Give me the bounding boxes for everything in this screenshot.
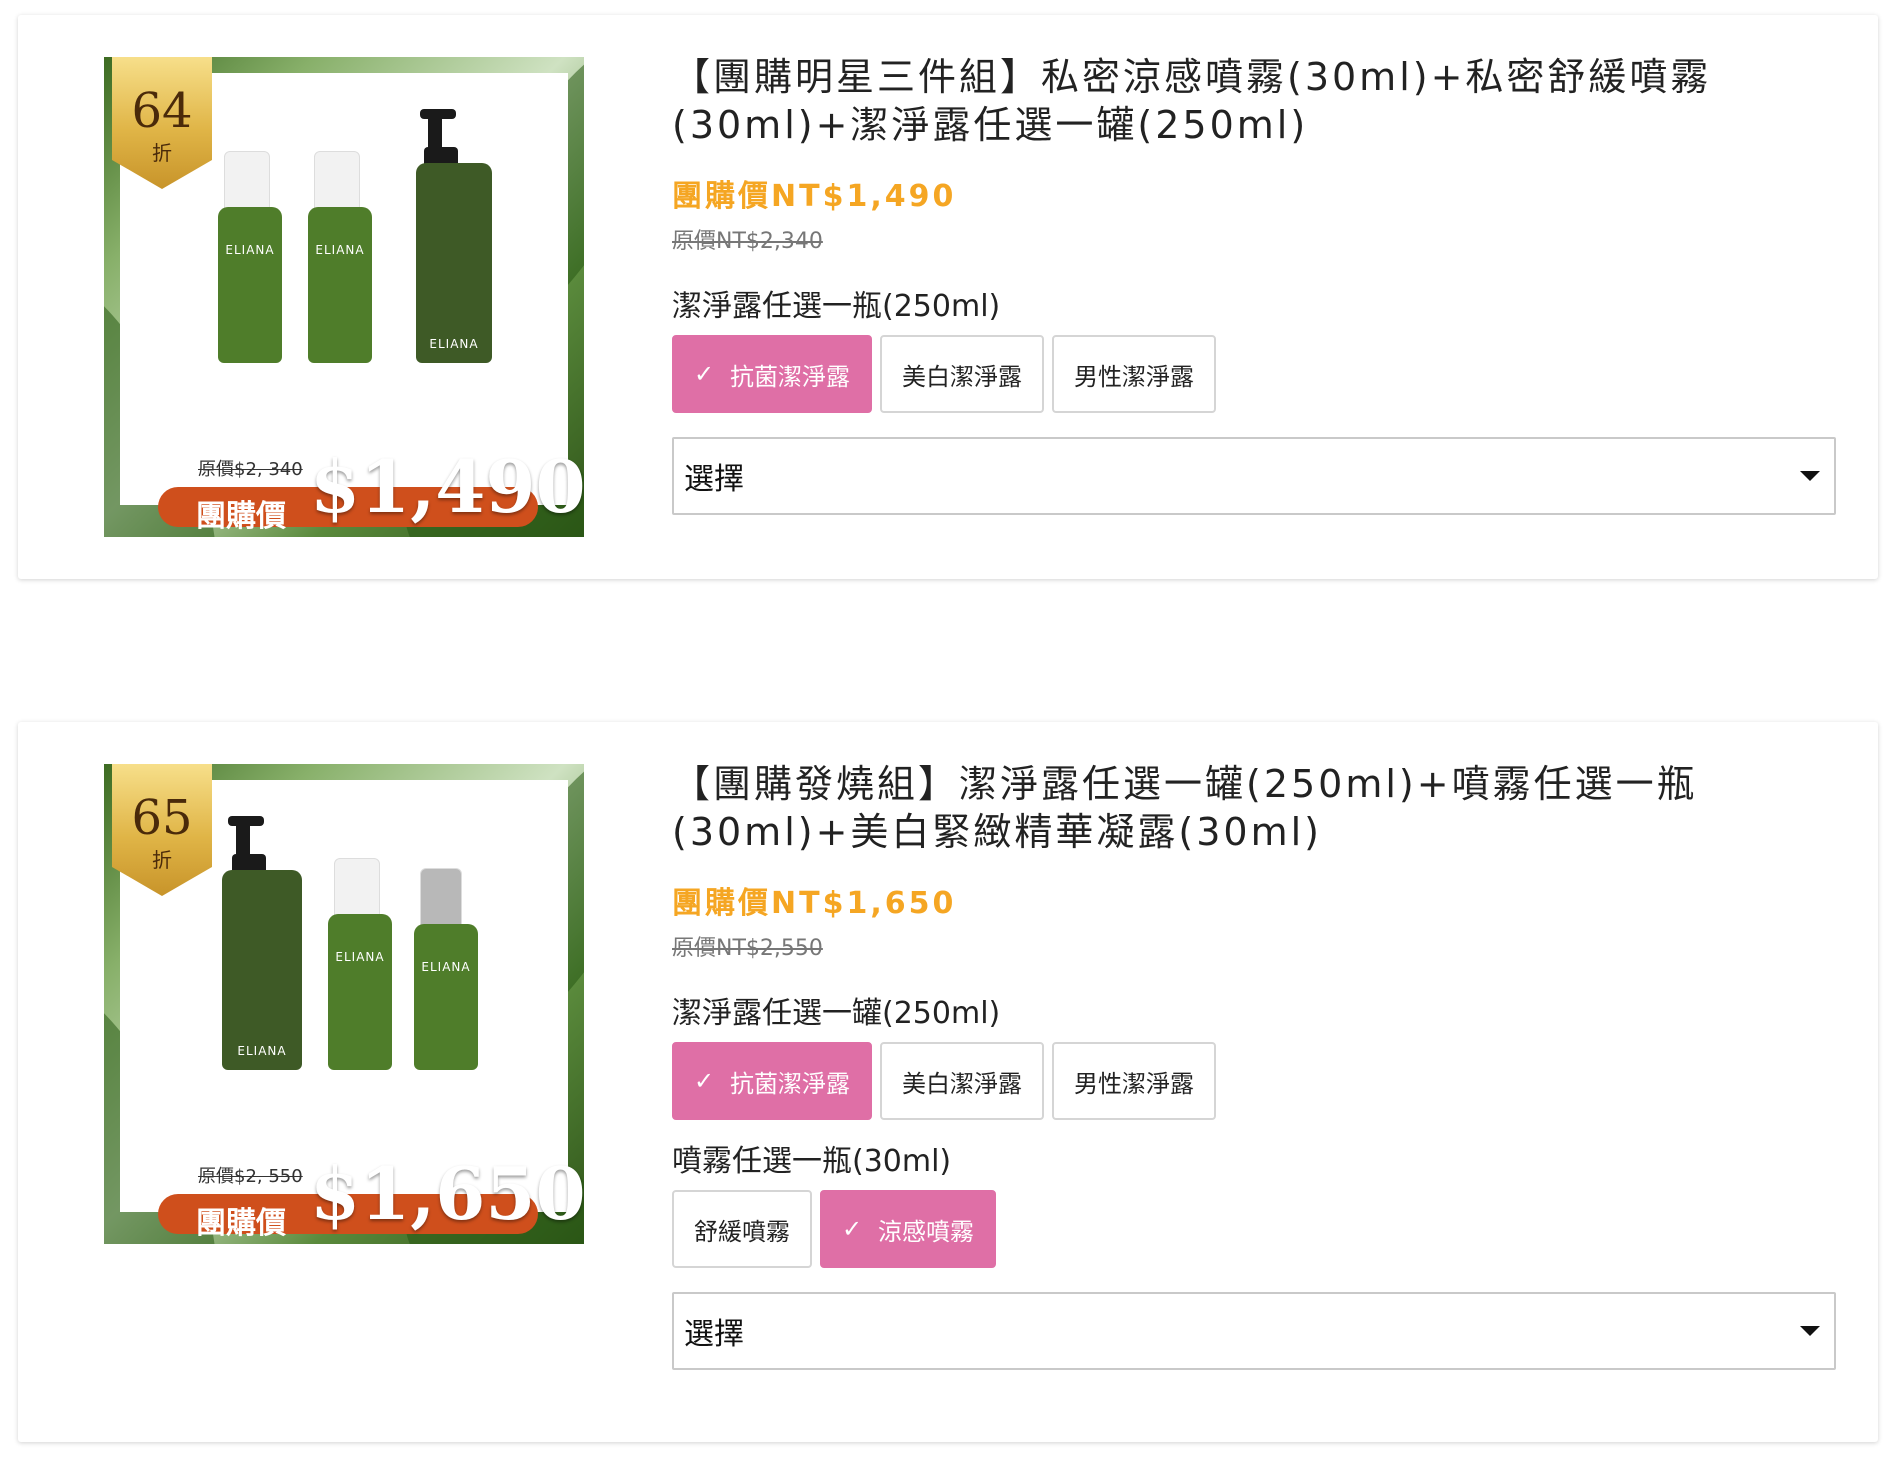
image-price-ribbon: 團購價 $1,650	[158, 1158, 584, 1241]
option-soothing-spray[interactable]: 舒緩噴霧	[672, 1190, 812, 1268]
group-price: 團購價NT$1,490	[672, 179, 957, 214]
image-old-price: 原價$2, 340	[198, 459, 303, 480]
option-whitening-cleanser[interactable]: 美白潔淨露	[880, 1042, 1044, 1120]
option-antibacterial-cleanser[interactable]: ✓ 抗菌潔淨露	[672, 1042, 872, 1120]
product-title[interactable]: 【團購明星三件組】私密涼感噴霧(30ml)+私密舒緩噴霧 (30ml)+潔淨露任…	[672, 53, 1836, 149]
check-icon: ✓	[694, 360, 715, 388]
product-title[interactable]: 【團購發燒組】潔淨露任選一罐(250ml)+噴霧任選一瓶 (30ml)+美白緊緻…	[672, 760, 1836, 856]
option-cooling-spray[interactable]: ✓ 涼感噴霧	[820, 1190, 996, 1268]
option-antibacterial-cleanser[interactable]: ✓ 抗菌潔淨露	[672, 335, 872, 413]
original-price: 原價NT$2,340	[672, 229, 823, 254]
caret-down-icon	[1800, 1326, 1820, 1336]
option-group-label: 潔淨露任選一瓶(250ml)	[672, 289, 1001, 324]
product-image[interactable]: 64 折 ELIANA ELIANA ELIANA 原價$2, 340 團購價 …	[104, 57, 584, 537]
spray-bottle-image: ELIANA	[218, 207, 282, 363]
variant-select[interactable]: 選擇	[672, 437, 1836, 515]
image-old-price: 原價$2, 550	[198, 1166, 303, 1187]
caret-down-icon	[1800, 471, 1820, 481]
option-whitening-cleanser[interactable]: 美白潔淨露	[880, 335, 1044, 413]
variant-select[interactable]: 選擇	[672, 1292, 1836, 1370]
product-card: 65 折 ELIANA ELIANA ELIANA 原價$2, 550 團購價 …	[18, 722, 1878, 1442]
spray-bottle-image: ELIANA	[328, 914, 392, 1070]
option-group-label: 噴霧任選一瓶(30ml)	[672, 1144, 952, 1179]
product-card: 64 折 ELIANA ELIANA ELIANA 原價$2, 340 團購價 …	[18, 15, 1878, 579]
original-price: 原價NT$2,550	[672, 936, 823, 961]
spray-bottle-image: ELIANA	[308, 207, 372, 363]
option-group: ✓ 抗菌潔淨露 美白潔淨露 男性潔淨露	[672, 1042, 1836, 1120]
cleanser-bottle-image: ELIANA	[416, 163, 492, 363]
option-group: ✓ 抗菌潔淨露 美白潔淨露 男性潔淨露	[672, 335, 1836, 413]
check-icon: ✓	[842, 1215, 863, 1243]
product-image[interactable]: 65 折 ELIANA ELIANA ELIANA 原價$2, 550 團購價 …	[104, 764, 584, 1244]
option-mens-cleanser[interactable]: 男性潔淨露	[1052, 335, 1216, 413]
group-price: 團購價NT$1,650	[672, 886, 957, 921]
option-group-label: 潔淨露任選一罐(250ml)	[672, 996, 1001, 1031]
option-mens-cleanser[interactable]: 男性潔淨露	[1052, 1042, 1216, 1120]
image-price-ribbon: 團購價 $1,490	[158, 451, 584, 534]
option-group: 舒緩噴霧 ✓ 涼感噴霧	[672, 1190, 1836, 1268]
cleanser-bottle-image: ELIANA	[222, 870, 302, 1070]
serum-bottle-image: ELIANA	[414, 924, 478, 1070]
check-icon: ✓	[694, 1067, 715, 1095]
